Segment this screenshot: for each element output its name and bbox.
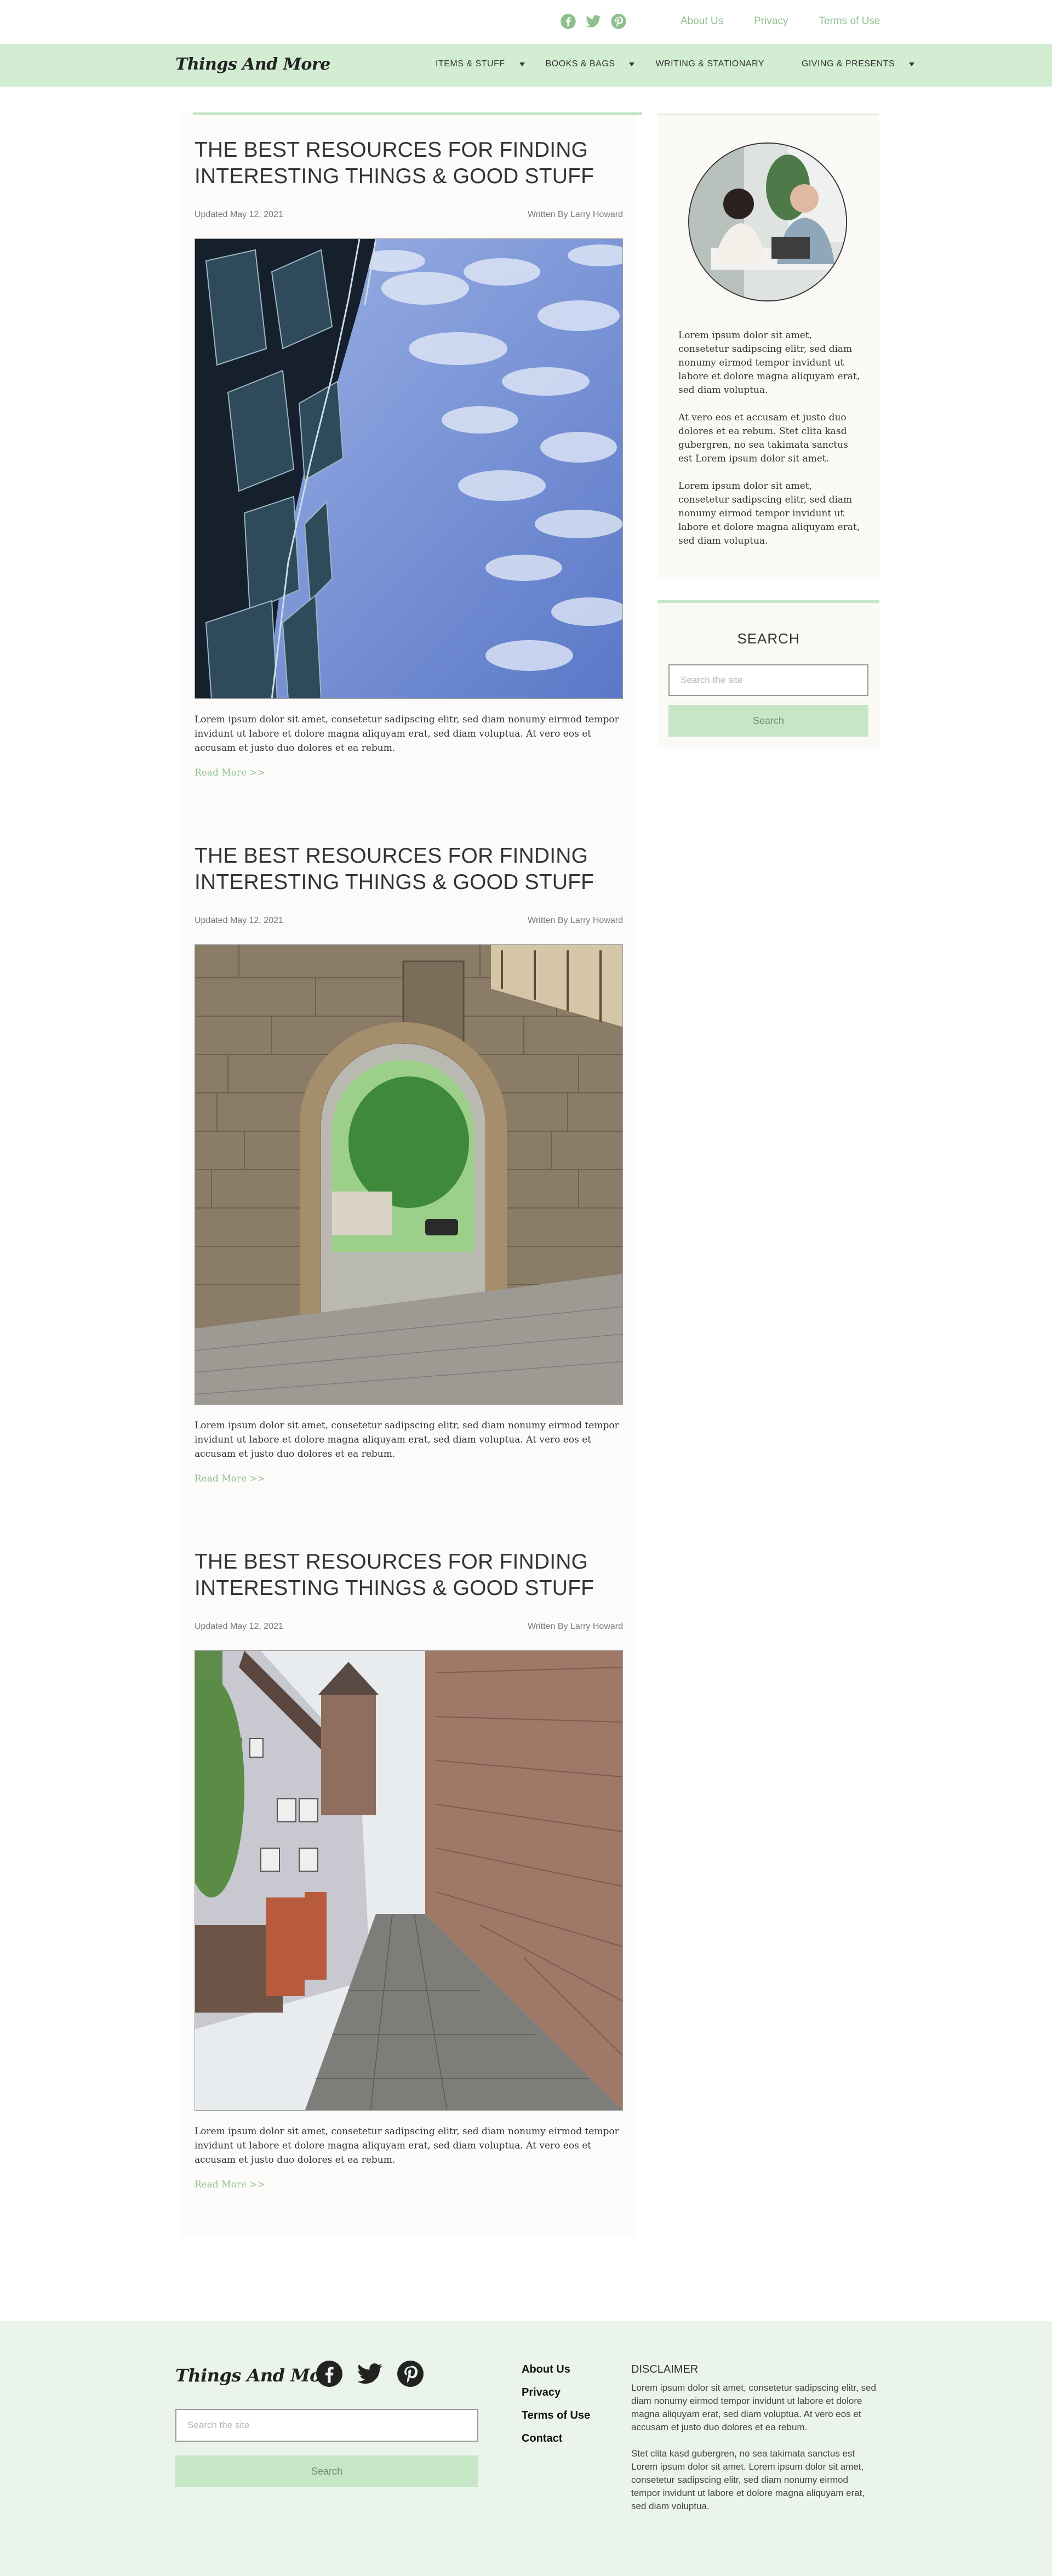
nav-item-label: ITEMS & STUFF [436,59,505,69]
site-logo[interactable]: Things And More [175,55,330,74]
sidebar-about-text: Lorem ipsum dolor sit amet, consetetur s… [678,329,862,562]
glass-building-photo[interactable] [195,238,623,699]
blog-post: THE BEST RESOURCES FOR FINDING INTERESTI… [195,1549,623,2190]
twitter-icon[interactable] [584,12,603,31]
caret-down-icon [519,62,525,66]
nav-item-items-stuff[interactable]: ITEMS & STUFF [436,59,525,69]
main-navigation: Things And More ITEMS & STUFF BOOKS & BA… [0,44,1052,87]
nav-item-label: WRITING & STATIONARY [655,59,764,69]
privacy-link[interactable]: Privacy [754,15,788,27]
pinterest-icon[interactable] [609,12,628,31]
post-excerpt: Lorem ipsum dolor sit amet, consetetur s… [195,714,619,754]
nav-item-writing-stationary[interactable]: WRITING & STATIONARY [655,59,764,69]
post-author: Written By Larry Howard [528,1622,623,1631]
sidebar-search-card: SEARCH Search [658,600,879,748]
footer-contact-link[interactable]: Contact [522,2432,590,2445]
footer-about-us-link[interactable]: About Us [522,2363,590,2376]
avatar [688,143,847,301]
post-date: Updated May 12, 2021 [195,916,283,925]
terms-link[interactable]: Terms of Use [819,15,880,27]
sidebar-search-input[interactable] [668,664,868,696]
pinterest-icon[interactable] [396,2360,425,2388]
blog-post: THE BEST RESOURCES FOR FINDING INTERESTI… [195,137,623,778]
footer-search-button[interactable]: Search [175,2455,478,2487]
nav-item-label: BOOKS & BAGS [545,59,615,69]
nav-item-books-bags[interactable]: BOOKS & BAGS [546,59,635,69]
main-accent-bar [193,112,642,115]
disclaimer-paragraph: Stet clita kasd gubergren, no sea takima… [631,2448,865,2511]
post-author: Written By Larry Howard [528,210,623,219]
sidebar-paragraph: Lorem ipsum dolor sit amet, consetetur s… [678,481,860,546]
caret-down-icon [629,62,635,66]
about-us-link[interactable]: About Us [681,15,723,27]
post-excerpt: Lorem ipsum dolor sit amet, consetetur s… [195,2126,619,2165]
post-excerpt: Lorem ipsum dolor sit amet, consetetur s… [195,1420,619,1460]
read-more-link[interactable]: Read More >> [195,1473,265,1484]
post-author: Written By Larry Howard [528,916,623,925]
disclaimer: DISCLAIMER Lorem ipsum dolor sit amet, c… [631,2363,878,2526]
post-title[interactable]: THE BEST RESOURCES FOR FINDING INTERESTI… [195,137,623,190]
top-bar: About Us Privacy Terms of Use [0,0,1052,44]
disclaimer-heading: DISCLAIMER [631,2363,699,2375]
post-date: Updated May 12, 2021 [195,210,283,219]
footer-terms-link[interactable]: Terms of Use [522,2409,590,2422]
nav-menu: ITEMS & STUFF BOOKS & BAGS WRITING & STA… [436,59,935,69]
caret-down-icon [909,62,915,66]
header-social-links [559,12,628,31]
sidebar-about-card: Lorem ipsum dolor sit amet, consetetur s… [658,113,879,579]
footer: Things And More Search About Us Privacy … [0,2321,1052,2576]
sidebar-paragraph: At vero eos et accusam et justo duo dolo… [678,412,848,464]
read-more-link[interactable]: Read More >> [195,2179,265,2190]
post-title[interactable]: THE BEST RESOURCES FOR FINDING INTERESTI… [195,843,623,896]
footer-search-input[interactable] [175,2409,478,2442]
read-more-link[interactable]: Read More >> [195,767,265,778]
post-title[interactable]: THE BEST RESOURCES FOR FINDING INTERESTI… [195,1549,623,1602]
footer-privacy-link[interactable]: Privacy [522,2386,590,2399]
stone-archway-photo[interactable] [195,944,623,1405]
search-heading: SEARCH [737,630,800,647]
nav-item-label: GIVING & PRESENTS [801,59,895,69]
facebook-icon[interactable] [315,2360,344,2388]
footer-links: About Us Privacy Terms of Use Contact [522,2363,590,2455]
sidebar-search-button[interactable]: Search [668,705,868,737]
sidebar-paragraph: Lorem ipsum dolor sit amet, consetetur s… [678,330,860,396]
disclaimer-paragraph: Lorem ipsum dolor sit amet, consetetur s… [631,2383,876,2432]
facebook-icon[interactable] [559,12,578,31]
header-links: About Us Privacy Terms of Use [681,15,880,27]
nav-item-giving-presents[interactable]: GIVING & PRESENTS [801,59,915,69]
post-date: Updated May 12, 2021 [195,1622,283,1631]
twitter-icon[interactable] [356,2360,384,2388]
blog-post: THE BEST RESOURCES FOR FINDING INTERESTI… [195,843,623,1484]
cobblestone-alley-photo[interactable] [195,1650,623,2111]
footer-social-links [315,2360,425,2388]
